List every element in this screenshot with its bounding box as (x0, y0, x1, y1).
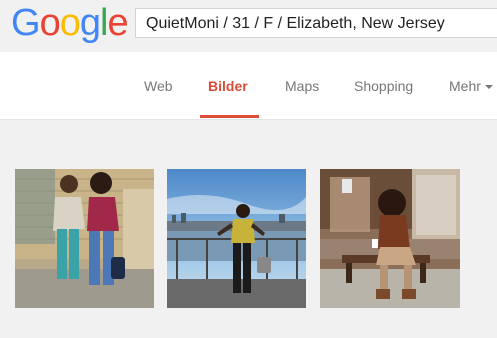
image-woman-bench (320, 169, 460, 308)
logo-letter-g2: g (79, 2, 101, 44)
header-bar: Google QuietMoni / 31 / F / Elizabeth, N… (0, 0, 497, 52)
search-input[interactable]: QuietMoni / 31 / F / Elizabeth, New Jers… (135, 8, 497, 38)
tab-mehr-label: Mehr (449, 78, 481, 94)
image-result-2[interactable] (167, 169, 306, 308)
active-tab-indicator (200, 115, 259, 118)
image-result-3[interactable] (320, 169, 460, 308)
chevron-down-icon (484, 85, 493, 90)
image-woman-waterfront (167, 169, 306, 308)
logo-letter-g: G (11, 2, 41, 44)
tab-shopping[interactable]: Shopping (354, 78, 413, 94)
search-tabs: Web Bilder Maps Shopping Mehr (0, 52, 497, 120)
image-result-1[interactable] (15, 169, 154, 308)
image-two-women (15, 169, 154, 308)
google-logo[interactable]: Google (11, 2, 129, 44)
logo-letter-o2: o (59, 2, 81, 44)
tab-mehr[interactable]: Mehr (449, 78, 493, 94)
tab-web[interactable]: Web (144, 78, 173, 94)
logo-letter-o1: o (39, 2, 61, 44)
tab-maps[interactable]: Maps (285, 78, 319, 94)
tab-bilder[interactable]: Bilder (208, 78, 248, 94)
logo-letter-e: e (107, 2, 128, 44)
logo-letter-l: l (99, 2, 109, 44)
